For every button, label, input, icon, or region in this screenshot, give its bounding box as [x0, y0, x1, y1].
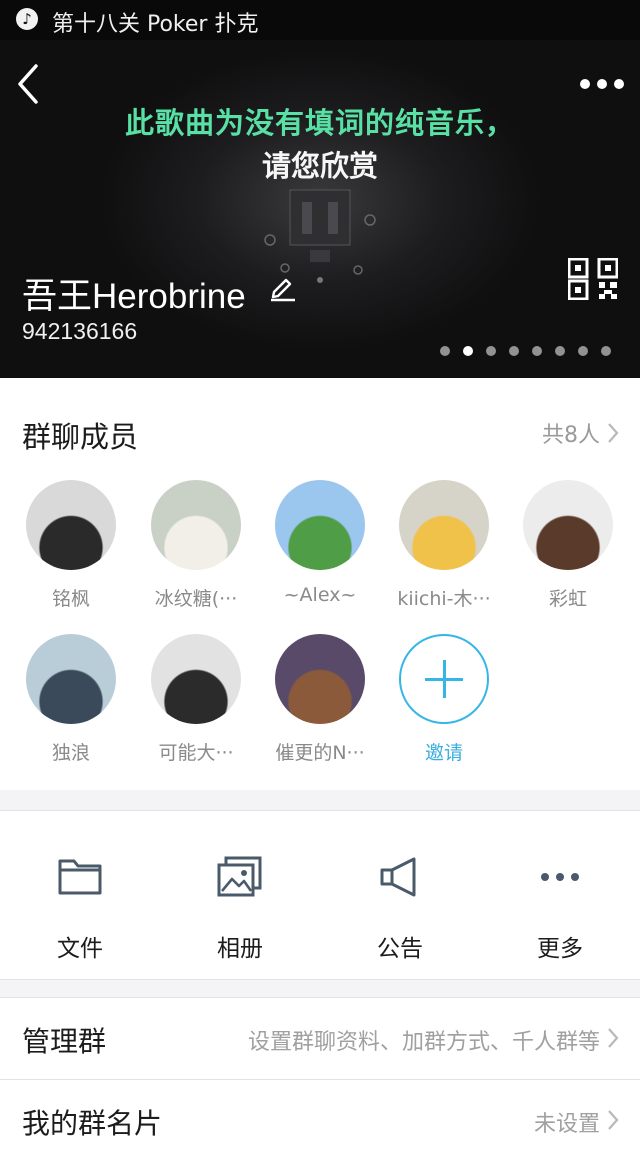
avatar — [399, 480, 489, 570]
avatar — [151, 634, 241, 724]
more-button[interactable]: 更多 — [480, 811, 640, 979]
invite-button[interactable]: 邀请 — [382, 634, 506, 765]
album-label: 相册 — [217, 936, 263, 962]
avatar — [275, 634, 365, 724]
member-name: ~Alex~ — [283, 584, 357, 606]
group-header: ♪ 第十八关 Poker 扑克 此歌曲为没有填词的纯音乐， 请您欣赏 吾王Her… — [0, 0, 640, 378]
add-icon — [399, 634, 489, 724]
music-title: 第十八关 Poker 扑克 — [52, 12, 259, 37]
chevron-right-icon — [608, 1110, 619, 1130]
member-item[interactable]: 铭枫 — [9, 480, 133, 611]
my-group-card-row[interactable]: 我的群名片 未设置 — [0, 1080, 640, 1162]
album-button[interactable]: 相册 — [160, 811, 320, 979]
member-item[interactable]: 可能大··· — [134, 634, 258, 765]
more-options-icon[interactable] — [578, 70, 626, 96]
carousel-dot[interactable] — [578, 346, 588, 356]
invite-label: 邀请 — [424, 742, 463, 764]
group-name: 吾王Herobrine — [22, 277, 246, 316]
lyric-line-2: 请您欣赏 — [261, 149, 378, 183]
member-item[interactable]: kiichi-木··· — [382, 480, 506, 611]
carousel-dot[interactable] — [601, 346, 611, 356]
qr-code-icon[interactable] — [568, 258, 618, 300]
member-item[interactable]: 冰纹糖(··· — [134, 480, 258, 611]
announcement-label: 公告 — [377, 936, 423, 962]
my-group-card-title: 我的群名片 — [22, 1107, 163, 1140]
member-item[interactable]: 独浪 — [9, 634, 133, 765]
carousel-dot[interactable] — [555, 346, 565, 356]
edit-icon[interactable] — [268, 272, 298, 302]
music-bar[interactable]: ♪ 第十八关 Poker 扑克 — [0, 0, 640, 40]
album-icon — [217, 856, 262, 897]
member-item[interactable]: 彩虹 — [506, 480, 630, 611]
lyric-line-1: 此歌曲为没有填词的纯音乐， — [124, 106, 515, 140]
member-name: 独浪 — [51, 742, 90, 764]
folder-icon — [58, 859, 102, 895]
manage-group-row[interactable]: 管理群 设置群聊资料、加群方式、千人群等 — [0, 997, 640, 1080]
members-count: 共8人 — [542, 423, 600, 448]
member-name: 彩虹 — [548, 588, 587, 610]
my-group-card-value: 未设置 — [533, 1112, 600, 1137]
music-note-icon: ♪ — [16, 8, 38, 30]
member-item[interactable]: ~Alex~ — [258, 480, 382, 606]
avatar — [275, 480, 365, 570]
files-label: 文件 — [57, 936, 103, 962]
more-dots-icon — [541, 873, 579, 881]
group-id: 942136166 — [22, 318, 138, 344]
manage-group-title: 管理群 — [22, 1025, 107, 1058]
group-actions: 文件 相册 公告 更多 — [0, 810, 640, 980]
carousel-dot[interactable] — [463, 346, 473, 356]
member-name: 铭枫 — [51, 588, 90, 610]
carousel-indicator[interactable] — [440, 346, 611, 358]
member-name: 冰纹糖(··· — [154, 588, 238, 610]
carousel-dot[interactable] — [509, 346, 519, 356]
manage-group-value: 设置群聊资料、加群方式、千人群等 — [247, 1030, 600, 1055]
members-section: 群聊成员 共8人 铭枫 冰纹糖(··· ~Alex~ kiichi-木··· 彩虹独浪 可… — [0, 378, 640, 790]
chevron-right-icon — [608, 1028, 619, 1048]
avatar — [523, 480, 613, 570]
carousel-dot[interactable] — [532, 346, 542, 356]
member-item[interactable]: 催更的N··· — [258, 634, 382, 765]
avatar — [26, 480, 116, 570]
members-title: 群聊成员 — [22, 420, 139, 454]
files-button[interactable]: 文件 — [0, 811, 160, 979]
member-name: 催更的N··· — [275, 742, 365, 764]
announcement-button[interactable]: 公告 — [320, 811, 480, 979]
members-count-link[interactable]: 共8人 — [542, 418, 620, 448]
more-label: 更多 — [537, 936, 583, 962]
avatar — [26, 634, 116, 724]
avatar — [151, 480, 241, 570]
chevron-right-icon — [608, 423, 619, 443]
carousel-dot[interactable] — [440, 346, 450, 356]
member-name: 可能大··· — [158, 742, 234, 764]
megaphone-icon — [380, 857, 416, 897]
carousel-dot[interactable] — [486, 346, 496, 356]
member-name: kiichi-木··· — [397, 588, 491, 610]
